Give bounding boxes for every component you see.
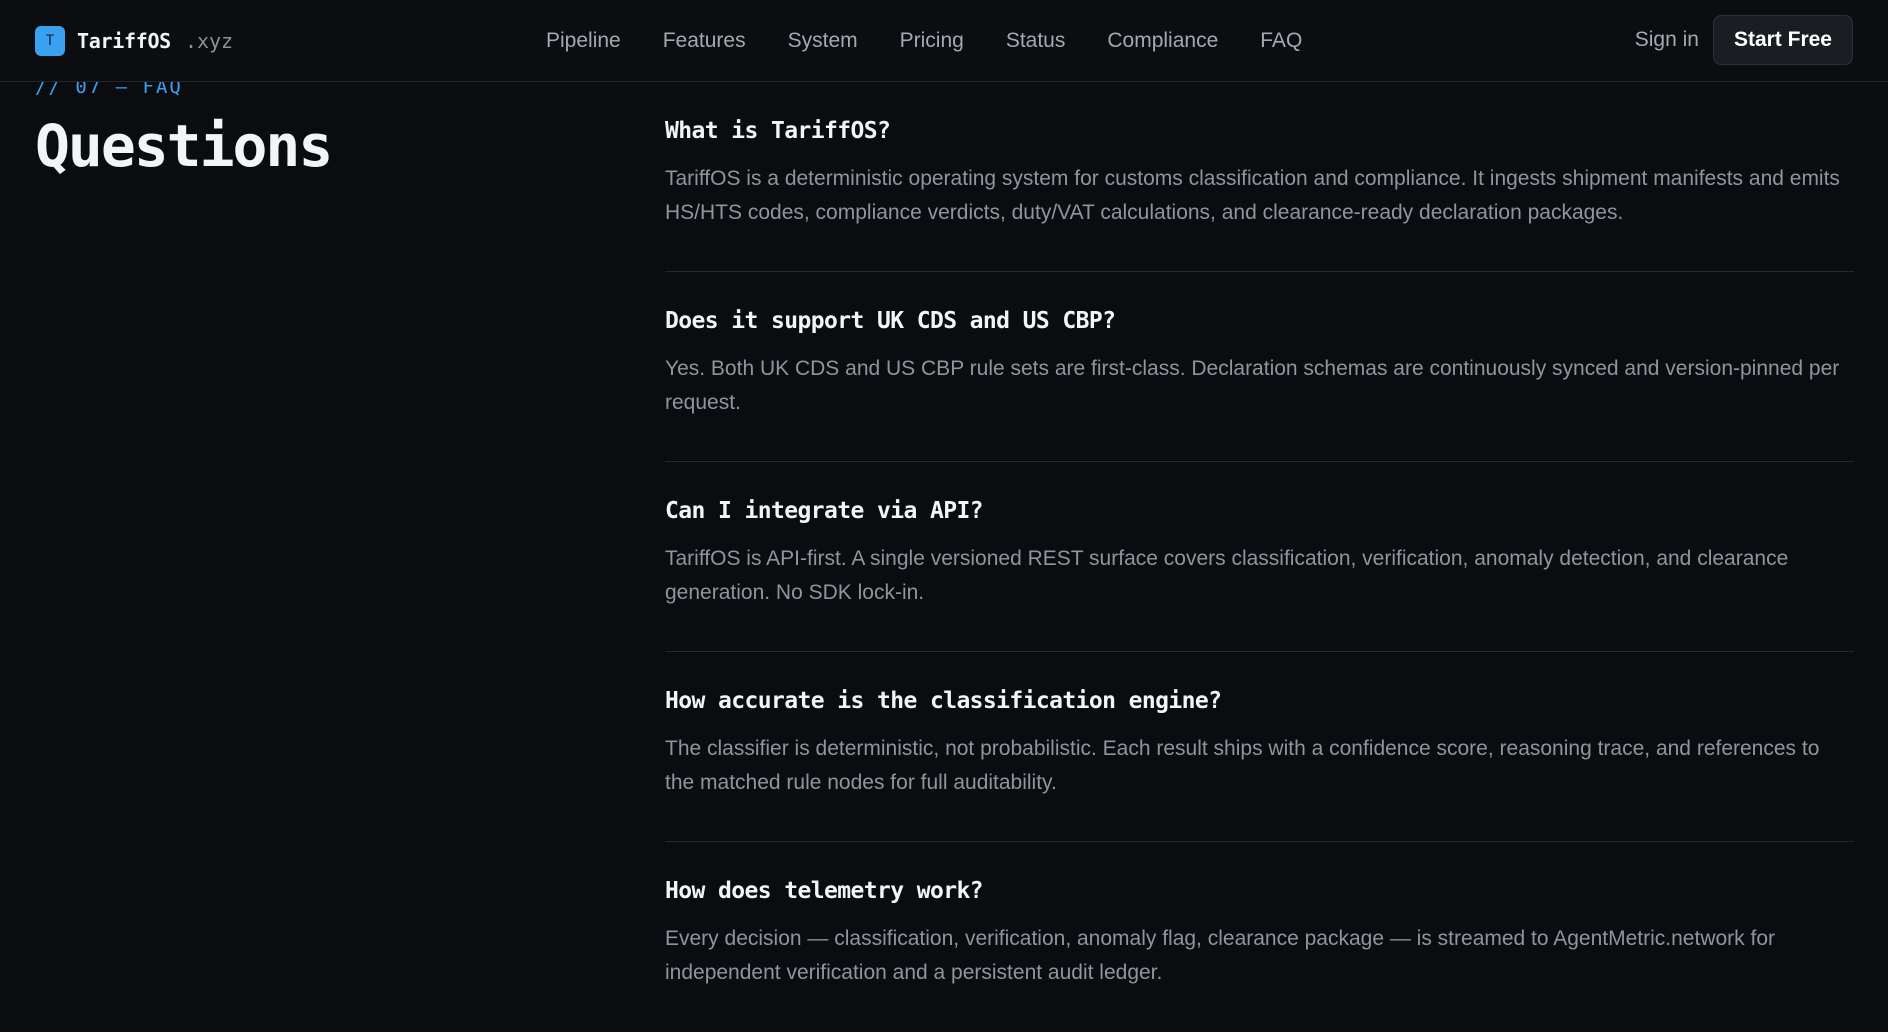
top-navbar: T TariffOS .xyz Pipeline Features System… [0,0,1888,82]
faq-answer: TariffOS is a deterministic operating sy… [665,167,1840,224]
start-free-button[interactable]: Start Free [1712,15,1853,65]
faq-question[interactable]: How accurate is the classification engin… [665,686,1854,716]
brand-home-link[interactable]: T TariffOS .xyz [35,25,233,57]
faq-item: How accurate is the classification engin… [665,652,1854,842]
nav-link-features[interactable]: Features [663,29,746,53]
brand-logo-icon: T [35,26,65,56]
faq-item: Does it support UK CDS and US CBP? Yes. … [665,272,1854,462]
brand-tld: .xyz [184,29,234,53]
nav-link-status[interactable]: Status [1006,29,1066,53]
faq-answer: The classifier is deterministic, not pro… [665,737,1820,794]
brand-name: TariffOS [77,29,171,53]
faq-item: How does telemetry work? Every decision … [665,842,1854,1032]
nav-link-compliance[interactable]: Compliance [1107,29,1218,53]
faq-answer: Yes. Both UK CDS and US CBP rule sets ar… [665,357,1840,414]
faq-question[interactable]: Does it support UK CDS and US CBP? [665,306,1854,336]
faq-question[interactable]: Can I integrate via API? [665,496,1854,526]
sign-in-link[interactable]: Sign in [1635,28,1699,52]
nav-link-pipeline[interactable]: Pipeline [546,29,621,53]
nav-link-faq[interactable]: FAQ [1260,29,1302,53]
faq-question[interactable]: How does telemetry work? [665,876,1854,906]
nav-link-system[interactable]: System [788,29,858,53]
faq-answer: TariffOS is API-first. A single versione… [665,547,1789,604]
faq-answer: Every decision — classification, verific… [665,927,1775,984]
nav-actions: Sign in Start Free [1635,15,1853,65]
main-nav: Pipeline Features System Pricing Status … [546,26,1302,56]
faq-question[interactable]: What is TariffOS? [665,116,1854,146]
faq-item: What is TariffOS? TariffOS is a determin… [665,82,1854,272]
faq-list: What is TariffOS? TariffOS is a determin… [665,82,1854,1032]
section-title: Questions [35,112,333,180]
faq-item: Can I integrate via API? TariffOS is API… [665,462,1854,652]
nav-link-pricing[interactable]: Pricing [900,29,964,53]
